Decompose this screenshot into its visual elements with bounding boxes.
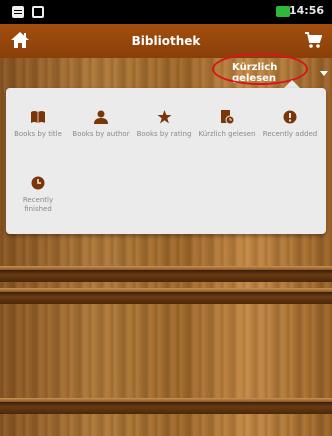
person-icon — [94, 110, 108, 124]
chevron-down-icon — [320, 70, 328, 76]
recent-book-icon — [221, 110, 234, 124]
star-icon — [157, 110, 171, 124]
menu-item-label: Books by title — [14, 130, 62, 138]
notification-icon — [12, 6, 24, 18]
home-icon[interactable] — [10, 31, 30, 49]
menu-item-label: Recently added — [262, 130, 318, 138]
alert-circle-icon — [283, 110, 297, 124]
shelf-board — [0, 402, 332, 414]
app-title: Bibliothek — [131, 34, 201, 48]
menu-item-label: Kürzlich gelesen — [198, 130, 256, 138]
status-time: 14:56 — [288, 4, 324, 17]
clock-icon — [31, 176, 45, 190]
menu-item-books-by-title[interactable]: Books by title — [8, 110, 68, 139]
popup-arrow — [284, 80, 300, 88]
menu-item-label: Books by rating — [136, 130, 192, 138]
menu-item-label: Recently finished — [22, 196, 54, 213]
book-icon — [31, 111, 45, 123]
shelf-board — [0, 292, 332, 304]
status-bar: 14:56 — [0, 0, 332, 24]
screen-icon — [32, 6, 44, 18]
app-bar: Bibliothek — [0, 24, 332, 58]
sort-menu-popup: Books by title Books by author Books by … — [6, 88, 326, 234]
menu-item-books-by-author[interactable]: Books by author — [71, 110, 131, 139]
menu-item-recently-added[interactable]: Recently added — [260, 110, 320, 139]
menu-item-recently-finished[interactable]: Recently finished — [8, 176, 68, 214]
cart-icon[interactable] — [304, 31, 322, 49]
battery-icon — [276, 6, 290, 17]
menu-item-kuerzlich-gelesen[interactable]: Kürzlich gelesen — [197, 110, 257, 139]
menu-item-books-by-rating[interactable]: Books by rating — [134, 110, 194, 139]
menu-item-label: Books by author — [72, 130, 130, 138]
shelf-board — [0, 270, 332, 282]
